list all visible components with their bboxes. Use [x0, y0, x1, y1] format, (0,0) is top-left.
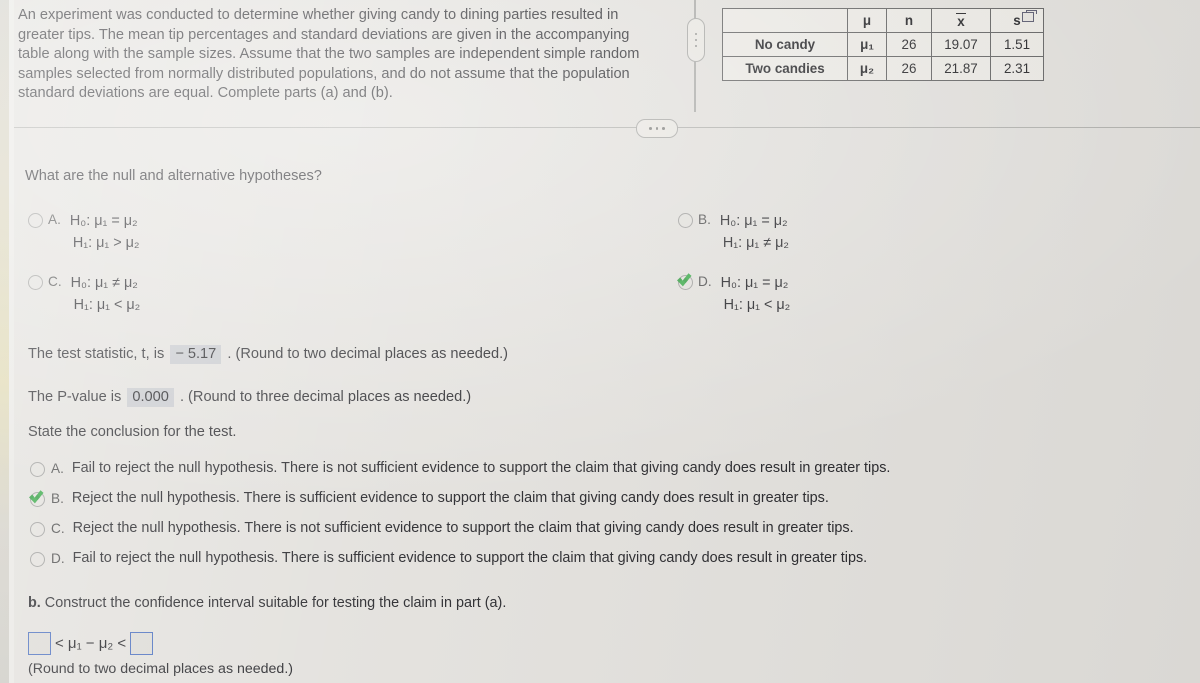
ellipsis-expand-button[interactable]: [636, 119, 678, 138]
hypothesis-a-alt: H₁: μ₁ > μ₂: [72, 235, 140, 251]
cell-xbar-two-candies: 21.87: [931, 56, 991, 81]
hypothesis-c-alt: H₁: μ₁ < μ₂: [73, 297, 141, 313]
radio-icon-hypothesis-a[interactable]: [28, 213, 43, 228]
option-key-c: C.: [51, 521, 65, 536]
hypothesis-b-alt: H₁: μ₁ ≠ μ₂: [722, 235, 790, 251]
cell-mu-two-candies: μ₂: [847, 56, 887, 81]
hypothesis-a-null: H₀: μ₁ = μ₂: [69, 213, 138, 229]
problem-statement: An experiment was conducted to determine…: [18, 7, 640, 102]
hypothesis-option-c[interactable]: C. H₀: μ₁ ≠ μ₂ H₁: μ₁ < μ₂: [28, 272, 140, 316]
p-value-line: The P-value is 0.000 . (Round to three d…: [28, 388, 471, 407]
statistics-data-table: μ n x s No candy μ₁ 26 19.07 1.51 Two ca…: [722, 8, 1044, 81]
conclusion-d-text: Fail to reject the null hypothesis. Ther…: [72, 550, 868, 566]
test-statistic-line: The test statistic, t, is − 5.17 . (Roun…: [28, 345, 508, 364]
radio-icon-conclusion-b-selected[interactable]: [30, 492, 45, 507]
cell-s-no-candy: 1.51: [990, 32, 1044, 57]
option-key-d: D.: [698, 274, 712, 289]
hypothesis-d-null: H₀: μ₁ = μ₂: [720, 275, 789, 291]
confidence-interval-lower-input[interactable]: [28, 632, 51, 655]
option-key-a: A.: [48, 212, 61, 227]
conclusion-c-text: Reject the null hypothesis. There is not…: [72, 520, 854, 536]
radio-icon-hypothesis-d-selected[interactable]: [678, 275, 693, 290]
cell-xbar-no-candy: 19.07: [931, 32, 991, 57]
test-statistic-prefix: The test statistic, t, is: [28, 346, 165, 362]
p-value-value[interactable]: 0.000: [127, 388, 174, 407]
cell-mu-no-candy: μ₁: [847, 32, 887, 57]
ellipsis-dot: [662, 127, 666, 130]
hypothesis-b-null: H₀: μ₁ = μ₂: [719, 213, 788, 229]
conclusion-prompt: State the conclusion for the test.: [28, 424, 237, 440]
hypothesis-c-null: H₀: μ₁ ≠ μ₂: [70, 275, 138, 291]
drag-dot: [694, 32, 698, 36]
ellipsis-dot: [648, 127, 652, 130]
part-b-round-note: (Round to two decimal places as needed.): [28, 661, 293, 677]
radio-icon-conclusion-c[interactable]: [30, 522, 45, 537]
conclusion-option-c[interactable]: C. Reject the null hypothesis. There is …: [30, 519, 854, 537]
hypotheses-prompt: What are the null and alternative hypoth…: [25, 168, 322, 184]
section-divider: [14, 127, 1200, 129]
hypothesis-d-alt: H₁: μ₁ < μ₂: [723, 297, 791, 313]
table-row: Two candies μ₂ 26 21.87 2.31: [722, 56, 1044, 81]
open-in-new-window-icon[interactable]: [1022, 10, 1037, 22]
drag-dot: [694, 38, 698, 42]
radio-icon-conclusion-a[interactable]: [30, 462, 45, 477]
conclusion-option-b[interactable]: B. Reject the null hypothesis. There is …: [30, 489, 829, 507]
ellipsis-dot: [655, 127, 659, 130]
radio-icon-conclusion-d[interactable]: [30, 552, 45, 567]
confidence-interval-row: < μ₁ − μ₂ <: [28, 632, 154, 655]
conclusion-b-text: Reject the null hypothesis. There is suf…: [71, 490, 829, 506]
conclusion-option-d[interactable]: D. Fail to reject the null hypothesis. T…: [30, 549, 867, 567]
hypothesis-option-d[interactable]: D. H₀: μ₁ = μ₂ H₁: μ₁ < μ₂: [678, 272, 790, 316]
option-key-d: D.: [51, 551, 65, 566]
part-b-text: Construct the confidence interval suitab…: [44, 595, 507, 611]
hypothesis-option-b[interactable]: B. H₀: μ₁ = μ₂ H₁: μ₁ ≠ μ₂: [678, 210, 789, 254]
conclusion-a-text: Fail to reject the null hypothesis. Ther…: [71, 460, 891, 476]
table-row: No candy μ₁ 26 19.07 1.51: [722, 32, 1044, 57]
cell-n-no-candy: 26: [886, 32, 932, 57]
test-statistic-suffix: . (Round to two decimal places as needed…: [227, 346, 509, 362]
cell-s-two-candies: 2.31: [990, 56, 1044, 81]
confidence-interval-upper-input[interactable]: [130, 632, 154, 655]
option-key-c: C.: [48, 274, 62, 289]
table-header-row: μ n x s: [722, 8, 1044, 33]
hypothesis-option-a[interactable]: A. H₀: μ₁ = μ₂ H₁: μ₁ > μ₂: [28, 210, 140, 254]
table-header-mu: μ: [847, 8, 887, 33]
conclusion-option-a[interactable]: A. Fail to reject the null hypothesis. T…: [30, 459, 890, 477]
radio-icon-hypothesis-c[interactable]: [28, 275, 43, 290]
option-key-b: B.: [698, 212, 711, 227]
part-b-prompt: b. Construct the confidence interval sui…: [28, 595, 506, 611]
cell-n-two-candies: 26: [886, 56, 932, 81]
table-header-n: n: [886, 8, 932, 33]
table-header-xbar: x: [931, 8, 991, 33]
drag-dot: [694, 44, 698, 48]
row-label-two-candies: Two candies: [722, 56, 848, 81]
option-key-a: A.: [51, 461, 64, 476]
row-label-no-candy: No candy: [722, 32, 848, 57]
table-header-blank: [722, 8, 848, 33]
confidence-interval-expression: < μ₁ − μ₂ <: [55, 635, 127, 652]
p-value-suffix: . (Round to three decimal places as need…: [179, 389, 472, 405]
test-statistic-value[interactable]: − 5.17: [170, 345, 222, 364]
page-left-edge-highlight: [9, 0, 14, 683]
option-key-b: B.: [51, 491, 64, 506]
vertical-drag-handle[interactable]: [687, 18, 705, 62]
page-left-edge-strip: [0, 0, 9, 683]
radio-icon-hypothesis-b[interactable]: [678, 213, 693, 228]
p-value-prefix: The P-value is: [28, 389, 122, 405]
part-b-label: b.: [28, 595, 41, 611]
